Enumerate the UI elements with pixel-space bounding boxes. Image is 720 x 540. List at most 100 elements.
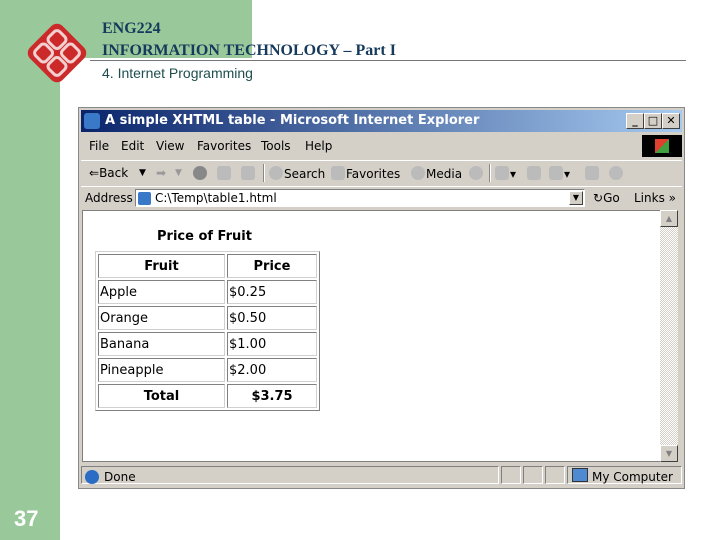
window-title: A simple XHTML table - Microsoft Interne… <box>105 113 480 128</box>
forward-button[interactable]: ➡ <box>156 166 166 180</box>
course-title: INFORMATION TECHNOLOGY – Part I <box>102 42 396 59</box>
page-icon <box>138 192 151 205</box>
search-button[interactable]: Search <box>269 166 325 181</box>
go-arrow-icon: ↻ <box>593 191 604 205</box>
back-button[interactable]: ⇐Back <box>89 166 128 180</box>
fruit-price-table: Fruit Price Apple $0.25 Orange $0.50 Ban… <box>95 251 320 411</box>
search-label: Search <box>284 167 326 181</box>
maximize-button[interactable]: □ <box>644 113 662 129</box>
stop-icon <box>193 166 207 180</box>
mail-button[interactable]: ▾ <box>495 166 516 181</box>
course-code: ENG224 <box>102 20 161 37</box>
title-bar[interactable]: A simple XHTML table - Microsoft Interne… <box>81 110 682 132</box>
favorites-button[interactable]: Favorites <box>331 166 400 181</box>
fruit-cell: Orange <box>98 306 225 330</box>
edit-icon <box>549 166 563 180</box>
ie-icon <box>85 470 99 484</box>
back-label: Back <box>99 166 129 180</box>
address-input[interactable]: C:\Temp\table1.html ▼ <box>135 189 585 207</box>
address-dropdown-icon[interactable]: ▼ <box>569 191 583 205</box>
windows-logo-icon <box>642 135 682 157</box>
table-row: Orange $0.50 <box>98 306 317 330</box>
zone-text: My Computer <box>592 470 673 484</box>
table-footer-row: Total $3.75 <box>98 384 317 408</box>
stop-button[interactable] <box>193 166 208 181</box>
standard-toolbar: ⇐Back ▼ ➡ ▼ Search Favorites Media ▾ ▾ <box>81 160 682 185</box>
status-bar: Done My Computer <box>81 465 682 486</box>
table-row: Apple $0.25 <box>98 280 317 304</box>
discuss-icon <box>585 166 599 180</box>
home-icon <box>241 166 255 180</box>
go-label: Go <box>603 191 620 205</box>
menu-bar: File Edit View Favorites Tools Help <box>81 135 682 157</box>
table-header-row: Fruit Price <box>98 254 317 278</box>
price-cell: $0.25 <box>227 280 317 304</box>
menu-tools[interactable]: Tools <box>261 139 291 153</box>
go-button[interactable]: ↻Go <box>593 191 620 205</box>
favorites-label: Favorites <box>346 167 401 181</box>
browser-window: A simple XHTML table - Microsoft Interne… <box>78 107 685 489</box>
menu-file[interactable]: File <box>89 139 109 153</box>
total-label: Total <box>98 384 225 408</box>
status-pane <box>501 466 521 484</box>
address-value: C:\Temp\table1.html <box>155 191 277 205</box>
status-zone: My Computer <box>567 466 682 484</box>
section-title: 4. Internet Programming <box>102 65 253 81</box>
header-fruit: Fruit <box>98 254 225 278</box>
page-content: Price of Fruit Fruit Price Apple $0.25 O… <box>82 210 662 462</box>
ie-page-icon <box>84 113 100 129</box>
media-icon <box>411 166 425 180</box>
price-cell: $2.00 <box>227 358 317 382</box>
minimize-button[interactable]: _ <box>626 113 644 129</box>
print-icon <box>527 166 541 180</box>
toolbar-separator <box>263 164 265 182</box>
menu-help[interactable]: Help <box>305 139 332 153</box>
price-cell: $0.50 <box>227 306 317 330</box>
fruit-cell: Pineapple <box>98 358 225 382</box>
media-label: Media <box>426 167 463 181</box>
fruit-cell: Apple <box>98 280 225 304</box>
media-button[interactable]: Media <box>411 166 462 181</box>
menu-view[interactable]: View <box>156 139 184 153</box>
mail-icon <box>495 166 509 180</box>
price-cell: $1.00 <box>227 332 317 356</box>
header-divider <box>90 60 686 61</box>
vertical-scrollbar[interactable]: ▲ ▼ <box>660 210 678 462</box>
history-button[interactable] <box>469 166 484 181</box>
messenger-icon <box>609 166 623 180</box>
toolbar-separator <box>489 164 491 182</box>
history-icon <box>469 166 483 180</box>
fruit-cell: Banana <box>98 332 225 356</box>
refresh-button[interactable] <box>217 166 232 181</box>
table-row: Banana $1.00 <box>98 332 317 356</box>
forward-dropdown-icon[interactable]: ▼ <box>175 168 182 178</box>
back-dropdown-icon[interactable]: ▼ <box>139 168 146 178</box>
university-logo <box>27 23 87 83</box>
scroll-down-button[interactable]: ▼ <box>660 445 678 462</box>
status-pane <box>545 466 565 484</box>
edit-button[interactable]: ▾ <box>549 166 570 181</box>
my-computer-icon <box>572 468 588 482</box>
menu-edit[interactable]: Edit <box>121 139 144 153</box>
close-button[interactable]: ✕ <box>662 113 680 129</box>
table-caption: Price of Fruit <box>157 229 252 244</box>
header-price: Price <box>227 254 317 278</box>
total-value: $3.75 <box>227 384 317 408</box>
scroll-up-button[interactable]: ▲ <box>660 210 678 227</box>
menu-favorites[interactable]: Favorites <box>197 139 251 153</box>
links-button[interactable]: Links » <box>634 191 676 205</box>
messenger-button[interactable] <box>609 166 624 181</box>
favorites-icon <box>331 166 345 180</box>
address-label: Address <box>85 191 133 205</box>
search-icon <box>269 166 283 180</box>
discuss-button[interactable] <box>585 166 600 181</box>
table-row: Pineapple $2.00 <box>98 358 317 382</box>
page-number: 37 <box>14 506 39 531</box>
print-button[interactable] <box>527 166 542 181</box>
home-button[interactable] <box>241 166 256 181</box>
address-bar: Address C:\Temp\table1.html ▼ ↻Go Links … <box>81 186 682 209</box>
refresh-icon <box>217 166 231 180</box>
status-text: Done <box>104 470 136 484</box>
status-main: Done <box>81 466 499 484</box>
status-pane <box>523 466 543 484</box>
